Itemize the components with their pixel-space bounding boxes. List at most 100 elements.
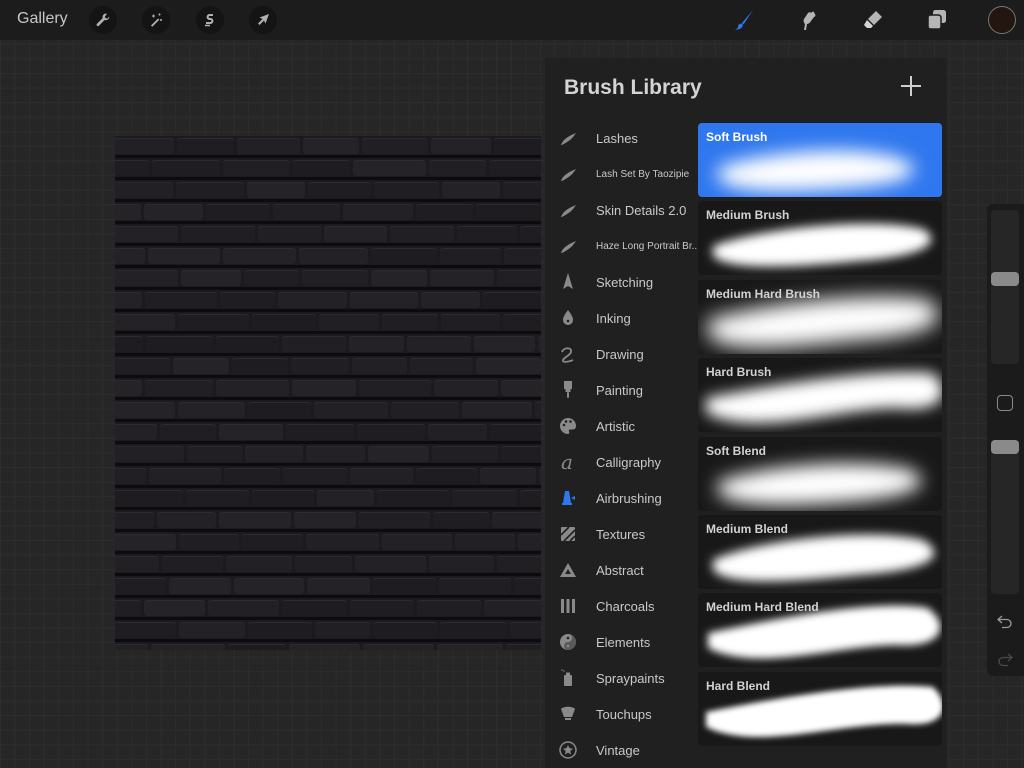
- brush-item[interactable]: Soft Blend: [698, 436, 942, 511]
- brick: [115, 292, 142, 308]
- brick: [292, 380, 356, 396]
- brush-name: Soft Blend: [706, 443, 766, 458]
- brush-item[interactable]: Hard Blend: [698, 671, 942, 746]
- brush-set-item[interactable]: Lashes: [545, 120, 695, 156]
- brick: [228, 644, 286, 650]
- brush-size-slider-thumb[interactable]: [991, 271, 1019, 286]
- paintbrush-icon: [735, 10, 753, 30]
- brick: [483, 292, 541, 308]
- brick: [179, 534, 239, 550]
- brick: [417, 600, 481, 616]
- smudge-tool-button[interactable]: [794, 6, 822, 34]
- brush-set-item[interactable]: Sketching: [545, 264, 695, 300]
- brick: [455, 534, 515, 550]
- brush-item[interactable]: Soft Brush: [698, 123, 942, 197]
- pen-nib-icon: [557, 308, 579, 328]
- brush-item[interactable]: Hard Brush: [698, 358, 942, 433]
- brick-row: [115, 444, 541, 466]
- brick: [429, 160, 486, 176]
- brick-row: [115, 334, 541, 356]
- actions-button[interactable]: [89, 6, 117, 34]
- brick-row: [115, 400, 541, 422]
- brush-set-item[interactable]: Vintage: [545, 732, 695, 768]
- brick: [115, 358, 170, 374]
- brush-tool-button[interactable]: [730, 6, 758, 34]
- adjustments-button[interactable]: [142, 6, 170, 34]
- brush-set-item[interactable]: Elements: [545, 624, 695, 660]
- brush-set-item[interactable]: Skin Details 2.0: [545, 192, 695, 228]
- undo-icon[interactable]: [996, 613, 1014, 629]
- opacity-slider-thumb[interactable]: [991, 440, 1019, 454]
- brick-row: [115, 136, 541, 158]
- brush-set-item[interactable]: Touchups: [545, 696, 695, 732]
- charcoal-sticks-icon: [557, 596, 579, 616]
- brick: [476, 358, 541, 374]
- brush-set-item[interactable]: Lash Set By Taozipie: [545, 156, 695, 192]
- brush-set-label: Painting: [596, 382, 643, 398]
- brick: [273, 204, 340, 220]
- brick-row: [115, 312, 541, 334]
- brick: [282, 336, 346, 352]
- brush-set-item[interactable]: Spraypaints: [545, 660, 695, 696]
- brick: [169, 578, 231, 594]
- brick: [115, 380, 142, 396]
- brush-item[interactable]: Medium Brush: [698, 201, 942, 276]
- brick: [178, 314, 249, 330]
- stroke-swoosh-icon: [557, 200, 579, 220]
- gallery-button[interactable]: Gallery: [17, 10, 68, 28]
- brick: [282, 600, 347, 616]
- drawing-canvas[interactable]: [115, 136, 541, 650]
- brick: [497, 270, 541, 286]
- brick: [431, 138, 491, 154]
- brush-item[interactable]: Medium Blend: [698, 514, 942, 589]
- brick: [115, 512, 154, 528]
- eraser-icon: [864, 11, 882, 28]
- eraser-tool-button[interactable]: [859, 6, 887, 34]
- color-picker-button[interactable]: [988, 6, 1016, 34]
- brick: [407, 336, 471, 352]
- layers-tool-button[interactable]: [923, 6, 951, 34]
- brush-set-item[interactable]: Haze Long Portrait Br...: [545, 228, 700, 264]
- add-brush-set-button[interactable]: [901, 76, 921, 96]
- brick: [518, 534, 541, 550]
- brick: [357, 424, 425, 440]
- brick-row: [115, 378, 541, 400]
- brush-set-item[interactable]: Airbrushing: [545, 480, 695, 516]
- brush-set-item[interactable]: Inking: [545, 300, 695, 336]
- brick: [115, 644, 148, 650]
- brick: [223, 160, 289, 176]
- selection-s-icon: [205, 14, 214, 27]
- brush-item[interactable]: Medium Hard Blend: [698, 593, 942, 668]
- brush-set-item[interactable]: Artistic: [545, 408, 695, 444]
- brush-set-item[interactable]: Charcoals: [545, 588, 695, 624]
- brick: [349, 336, 404, 352]
- brick: [359, 512, 430, 528]
- redo-icon[interactable]: [996, 651, 1014, 667]
- brick: [352, 358, 407, 374]
- transform-button[interactable]: [249, 6, 277, 34]
- brick-row: [115, 554, 541, 576]
- selection-button[interactable]: [196, 6, 224, 34]
- brick: [115, 446, 184, 462]
- brush-size-slider[interactable]: [991, 210, 1019, 364]
- brush-set-item[interactable]: Abstract: [545, 552, 695, 588]
- brush-set-label: Vintage: [596, 742, 640, 758]
- brick: [151, 644, 225, 650]
- brick: [416, 204, 473, 220]
- brush-set-item[interactable]: a Calligraphy: [545, 444, 695, 480]
- modify-button[interactable]: [997, 395, 1013, 411]
- brush-library-panel: Brush Library Lashes Lash Set By Taozipie…: [545, 58, 947, 768]
- brick: [181, 270, 241, 286]
- brick: [115, 248, 145, 264]
- brush-set-item[interactable]: Textures: [545, 516, 695, 552]
- brick-row: [115, 422, 541, 444]
- opacity-slider[interactable]: [991, 440, 1019, 594]
- brick: [181, 226, 255, 242]
- triangle-icon: [557, 560, 579, 580]
- brush-item[interactable]: Medium Hard Brush: [698, 279, 942, 354]
- brick: [252, 314, 316, 330]
- brush-set-item[interactable]: Painting: [545, 372, 695, 408]
- brush-set-item[interactable]: Drawing: [545, 336, 695, 372]
- brick: [115, 182, 173, 198]
- brick: [501, 446, 541, 462]
